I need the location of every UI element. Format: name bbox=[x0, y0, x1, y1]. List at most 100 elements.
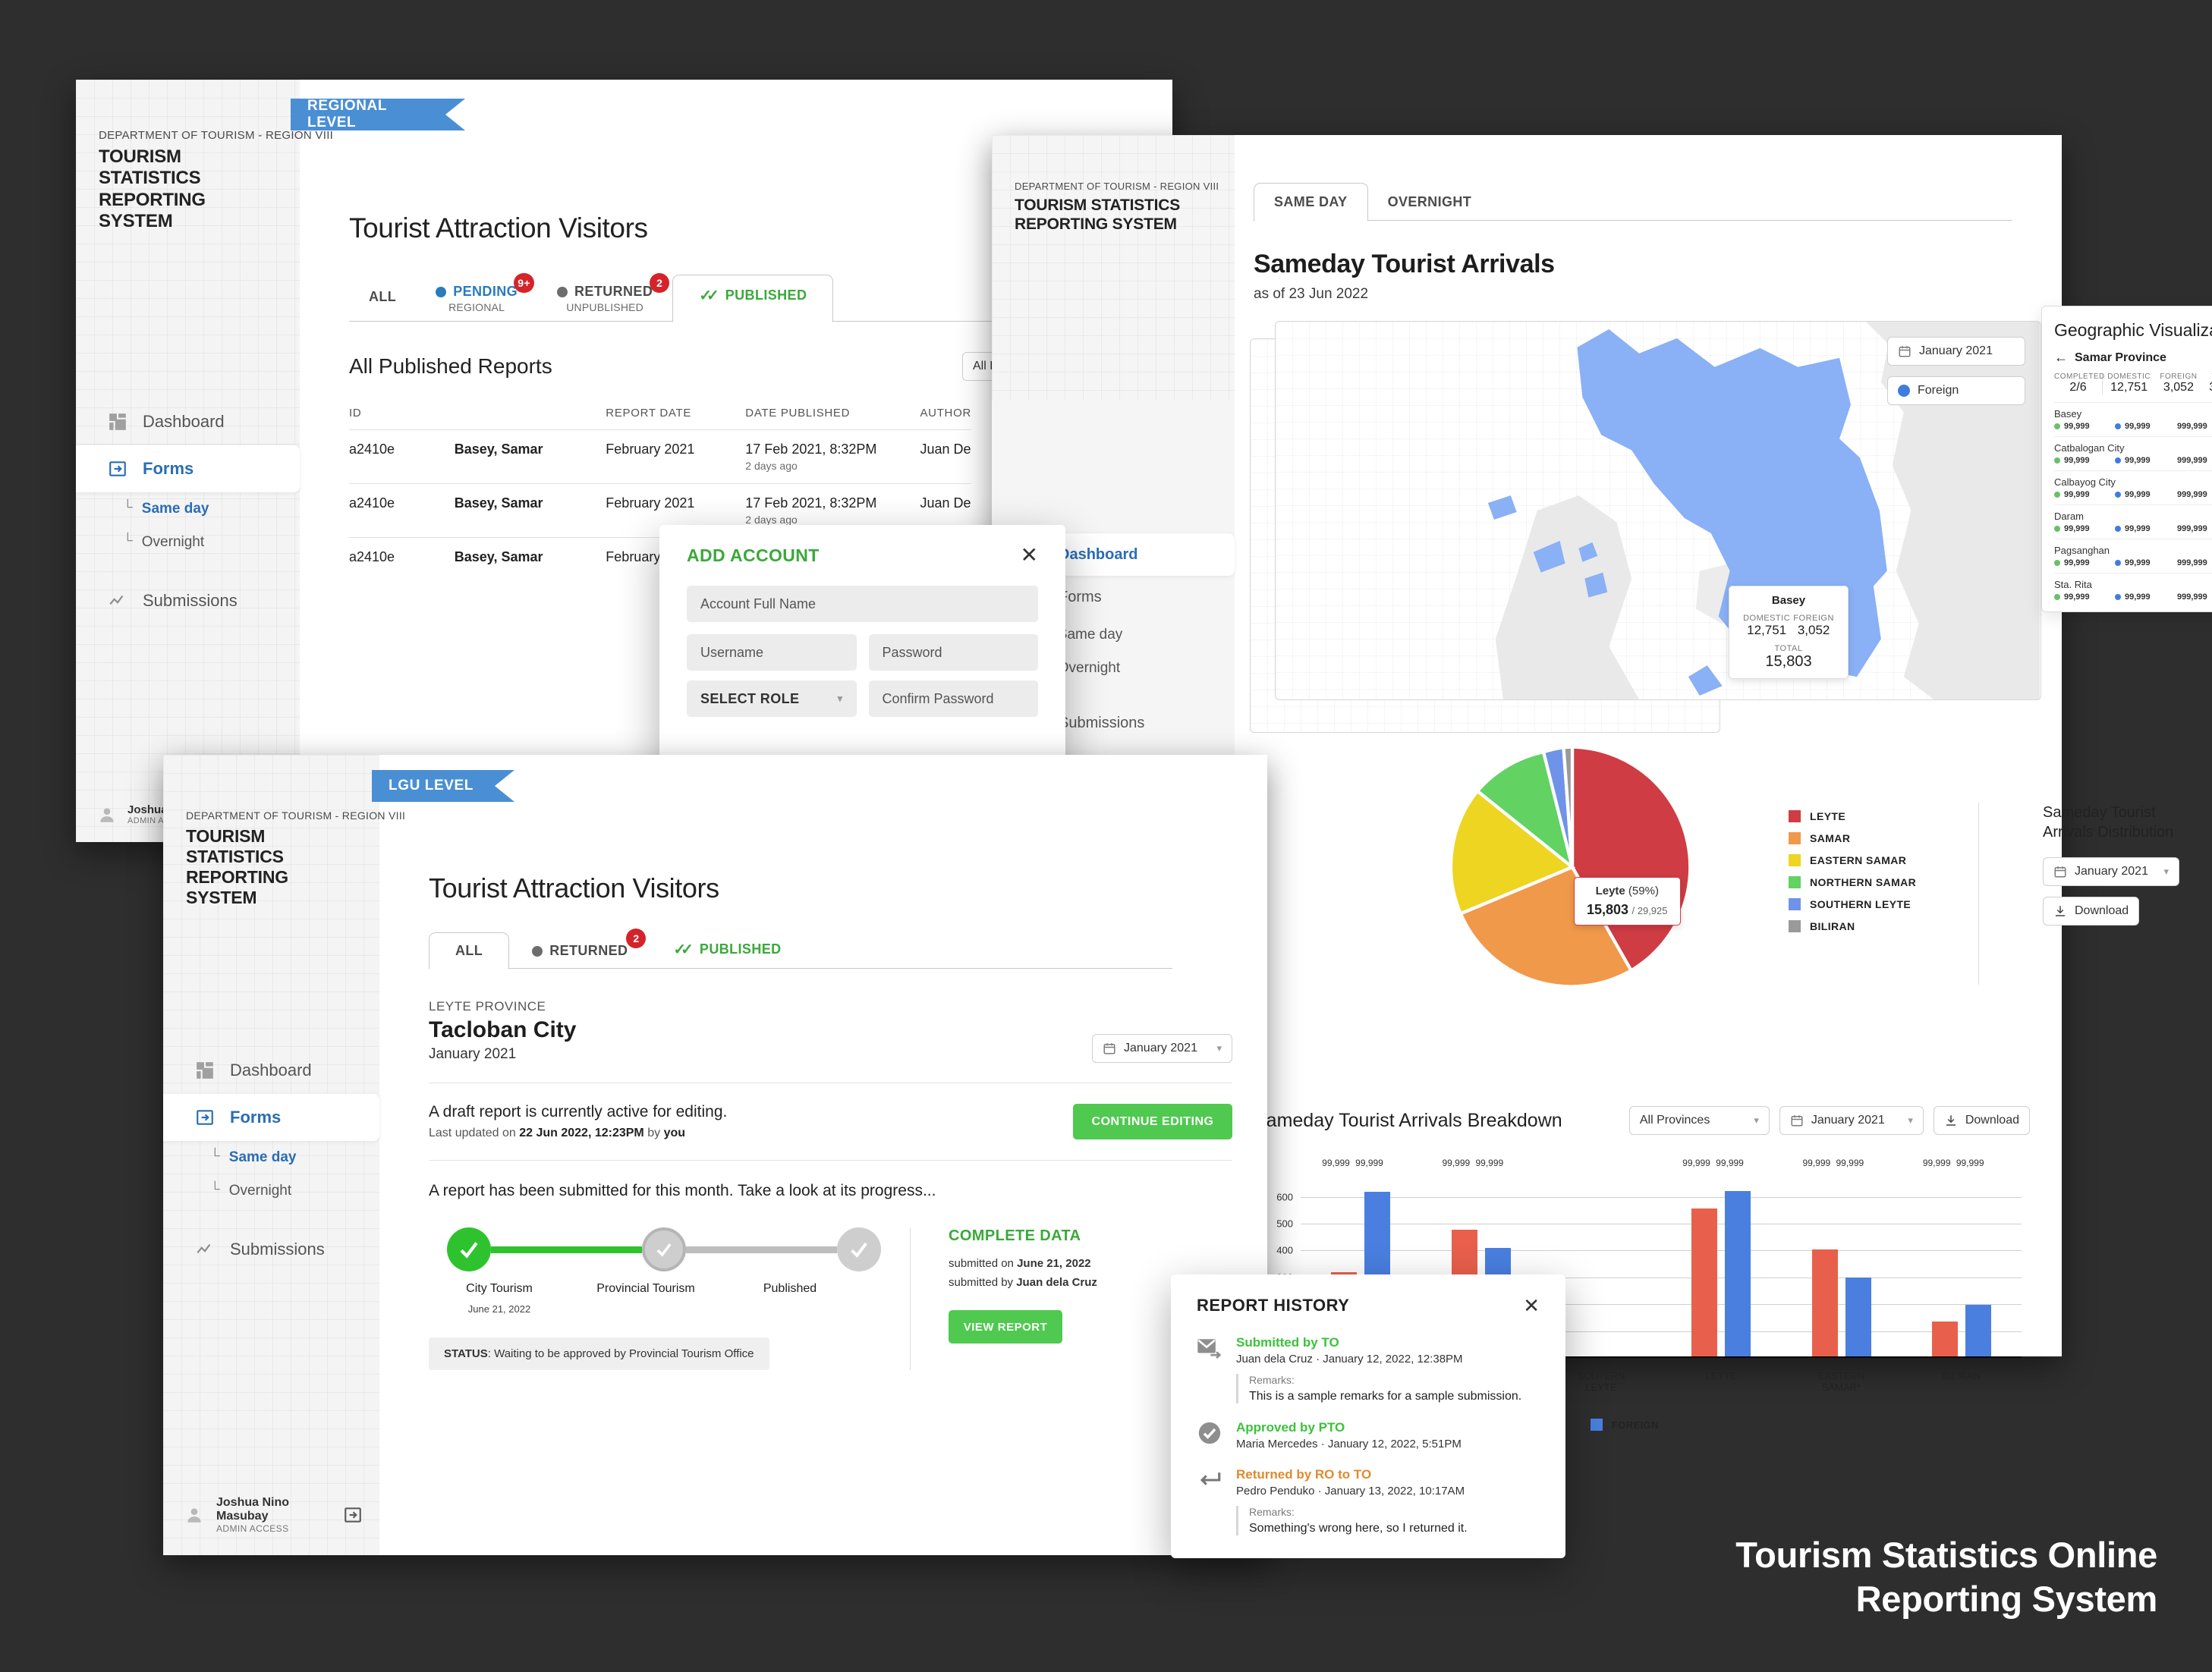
sidebar-item-same-day[interactable]: └ Same day bbox=[163, 1141, 379, 1174]
breakdown-province-filter[interactable]: All Provinces ▾ bbox=[1628, 1106, 1770, 1135]
distribution-pie-chart[interactable]: Leyte (59%) 15,803 / 29,925 bbox=[1436, 742, 1709, 992]
bar[interactable] bbox=[1811, 1249, 1838, 1356]
tab-all[interactable]: ALL bbox=[349, 281, 416, 322]
legend-item[interactable]: SAMAR bbox=[1789, 832, 1916, 844]
tab-returned[interactable]: RETURNED 2 bbox=[509, 929, 650, 969]
calendar-icon bbox=[1898, 344, 1912, 358]
logout-icon[interactable] bbox=[343, 1505, 363, 1525]
confirm-password-field[interactable]: Confirm Password bbox=[868, 680, 1038, 717]
history-remarks: This is a sample remarks for a sample su… bbox=[1249, 1390, 1522, 1403]
pie-svg bbox=[1449, 745, 1692, 988]
bar[interactable] bbox=[1725, 1191, 1751, 1356]
bar[interactable] bbox=[1965, 1304, 1991, 1356]
bar[interactable] bbox=[1845, 1277, 1871, 1356]
lgu-user-footer[interactable]: Joshua Nino Masubay ADMIN ACCESS bbox=[163, 1496, 379, 1534]
lgu-month-filter[interactable]: January 2021 ▾ bbox=[1092, 1034, 1232, 1063]
breakdown-download-button[interactable]: Download bbox=[1933, 1106, 2030, 1135]
legend-item[interactable]: SOUTHERN LEYTE bbox=[1789, 898, 1916, 910]
continue-editing-button[interactable]: CONTINUE EDITING bbox=[1073, 1104, 1232, 1139]
tab-overnight[interactable]: OVERNIGHT bbox=[1368, 184, 1492, 221]
tab-same-day[interactable]: SAME DAY bbox=[1254, 183, 1368, 222]
password-field[interactable]: Password bbox=[868, 634, 1038, 671]
step-label: City Tourism bbox=[466, 1282, 533, 1295]
tab-pending[interactable]: PENDING REGIONAL 9+ bbox=[416, 273, 537, 322]
sidebar-item-overnight[interactable]: └ Overnight bbox=[76, 526, 300, 559]
close-icon[interactable]: ✕ bbox=[1021, 545, 1038, 566]
list-item[interactable]: Calbayog City 99,99999,999999,999 › bbox=[2054, 470, 2212, 504]
distribution-download-button[interactable]: Download bbox=[2043, 897, 2140, 926]
list-item[interactable]: Sta. Rita 99,99999,999999,999 › bbox=[2054, 573, 2212, 607]
brand-dept: DEPARTMENT OF TOURISM - REGION VIII bbox=[186, 809, 406, 822]
geo-province[interactable]: ← Samar Province bbox=[2054, 350, 2212, 366]
summary-heading: COMPLETE DATA bbox=[949, 1227, 1081, 1244]
col-date-published: DATE PUBLISHED bbox=[745, 407, 851, 420]
legend-label: BILIRAN bbox=[1810, 920, 1855, 932]
sidebar-item-forms[interactable]: Forms bbox=[76, 445, 300, 492]
lgu-level-window: DEPARTMENT OF TOURISM - REGION VIII TOUR… bbox=[163, 755, 1267, 1555]
distribution-month-filter[interactable]: January 2021 ▾ bbox=[2043, 857, 2179, 886]
legend-item[interactable]: LEYTE bbox=[1789, 810, 1916, 822]
sidebar-item-label: Overnight bbox=[1057, 660, 1121, 676]
lgu-brand: DEPARTMENT OF TOURISM - REGION VIII TOUR… bbox=[163, 755, 406, 909]
geographic-visualization-card: Geographic Visualization ← Samar Provinc… bbox=[2041, 306, 2212, 612]
geo-row-total: 999,999 bbox=[2177, 558, 2207, 567]
user-role: ADMIN ACCESS bbox=[216, 1523, 289, 1534]
geo-sum-value: 2/6 bbox=[2069, 381, 2087, 394]
sidebar-item-dashboard[interactable]: Dashboard bbox=[163, 1047, 379, 1094]
map-type-filter[interactable]: Foreign bbox=[1887, 376, 2025, 405]
legend-swatch bbox=[1789, 854, 1801, 866]
draft-message: A draft report is currently active for e… bbox=[429, 1103, 728, 1120]
close-icon[interactable]: ✕ bbox=[1523, 1296, 1540, 1315]
map-month-filter[interactable]: January 2021 bbox=[1887, 337, 2025, 366]
page-title: Tourist Attraction Visitors bbox=[429, 872, 719, 904]
tab-returned[interactable]: RETURNED UNPUBLISHED 2 bbox=[537, 273, 672, 322]
sidebar-item-submissions[interactable]: Submissions bbox=[163, 1226, 379, 1273]
list-item[interactable]: Catbalogan City 99,99999,999999,999 › bbox=[2054, 436, 2212, 470]
sidebar-item-forms[interactable]: Forms bbox=[163, 1094, 379, 1141]
username-field[interactable]: Username bbox=[687, 634, 857, 671]
col-id: ID bbox=[349, 407, 362, 420]
select-role-dropdown[interactable]: SELECT ROLE ▾ bbox=[687, 680, 857, 717]
geo-sum-label: COMPLETED bbox=[2054, 372, 2105, 381]
legend-label: SOUTHERN LEYTE bbox=[1810, 898, 1912, 910]
tab-badge: 9+ bbox=[514, 273, 535, 293]
tab-published[interactable]: ✓✓ PUBLISHED bbox=[650, 930, 804, 969]
geographic-map[interactable]: January 2021 Foreign Basey DOMESTIC 12,75… bbox=[1275, 321, 2041, 700]
legend-item[interactable]: BILIRAN bbox=[1789, 920, 1916, 932]
y-axis-tick: 500 bbox=[1276, 1218, 1293, 1230]
sidebar-item-overnight[interactable]: └ Overnight bbox=[163, 1174, 379, 1208]
caption-line-1: Tourism Statistics Online bbox=[1735, 1535, 2157, 1576]
bar[interactable] bbox=[1931, 1322, 1958, 1356]
legend-item[interactable]: EASTERN SAMAR bbox=[1789, 854, 1916, 866]
sidebar-item-label: Dashboard bbox=[1059, 545, 1138, 563]
sidebar-item-same-day[interactable]: └ Same day bbox=[76, 492, 300, 526]
table-row[interactable]: a2410e Basey, Samar February 2021 17 Feb… bbox=[349, 429, 971, 484]
legend-swatch bbox=[1789, 898, 1801, 910]
bar[interactable] bbox=[1691, 1208, 1718, 1356]
gridline bbox=[1301, 1196, 2022, 1198]
bar-value-label: 99,999 bbox=[1836, 1158, 1864, 1168]
geo-row-foreign: 99,999 bbox=[2125, 558, 2151, 567]
sidebar-item-submissions[interactable]: Submissions bbox=[76, 577, 300, 624]
lgu-sidebar: DEPARTMENT OF TOURISM - REGION VIII TOUR… bbox=[163, 755, 406, 1555]
list-item[interactable]: Pagsanghan 99,99999,999999,999 › bbox=[2054, 539, 2212, 573]
tooltip-total-label: TOTAL bbox=[1774, 644, 1803, 653]
back-arrow-icon[interactable]: ← bbox=[2054, 350, 2068, 366]
step-date: June 21, 2022 bbox=[467, 1303, 531, 1315]
sidebar-item-label: Overnight bbox=[141, 534, 205, 550]
tab-published[interactable]: ✓✓ PUBLISHED bbox=[672, 275, 834, 322]
account-full-name-field[interactable]: Account Full Name bbox=[687, 586, 1038, 622]
legend-item[interactable]: FOREIGN bbox=[1590, 1419, 1659, 1431]
map-type-value: Foreign bbox=[1918, 384, 1959, 397]
lgu-level-ribbon: LGU LEVEL bbox=[372, 770, 514, 802]
breakdown-month-filter[interactable]: January 2021 ▾ bbox=[1779, 1106, 1924, 1135]
list-item[interactable]: Daram 99,99999,999999,999 › bbox=[2054, 504, 2212, 539]
tab-all[interactable]: ALL bbox=[429, 932, 510, 970]
submitted-by-label: submitted by bbox=[949, 1276, 1017, 1289]
legend-item[interactable]: NORTHERN SAMAR bbox=[1789, 876, 1916, 888]
status-badge: STATUS: Waiting to be approved by Provin… bbox=[429, 1337, 769, 1370]
sidebar-item-dashboard[interactable]: Dashboard bbox=[76, 398, 300, 445]
view-report-button[interactable]: VIEW REPORT bbox=[949, 1310, 1062, 1344]
list-item[interactable]: Basey 99,99999,999999,999 › bbox=[2054, 402, 2212, 436]
map-tooltip: Basey DOMESTIC 12,751 FOREIGN 3,052 TOTAL 1… bbox=[1729, 586, 1849, 679]
